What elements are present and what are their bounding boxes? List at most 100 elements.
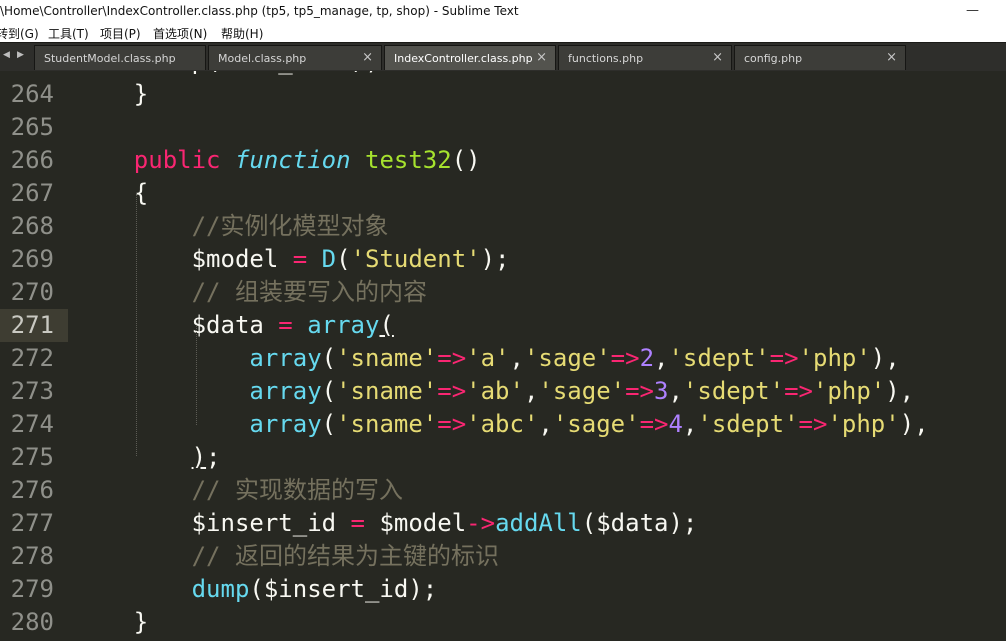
code-token: ), [899, 410, 929, 438]
line-number: 279 [10, 575, 54, 603]
code-token: = [292, 245, 308, 273]
tab-config[interactable]: config.php × [734, 45, 906, 70]
code-token: } [76, 80, 149, 108]
code-line[interactable]: 275 ); [0, 441, 1006, 474]
code-token: 'sname' [336, 377, 438, 405]
code-token: 2 [639, 344, 655, 372]
code-token: () [451, 146, 481, 174]
code-token: , [523, 377, 539, 405]
tab-label: config.php [744, 52, 803, 65]
tab-label: functions.php [568, 52, 644, 65]
tab-functions[interactable]: functions.php × [558, 45, 732, 70]
line-number: 268 [10, 212, 54, 240]
code-token: => [639, 410, 669, 438]
code-token: ($insert_id); [249, 575, 438, 603]
code-text: $insert_id = $model->addAll($data); [76, 507, 698, 540]
menu-tools[interactable]: 工具(T) [48, 25, 89, 42]
code-token: D [321, 245, 337, 273]
indent-guide [196, 325, 197, 425]
code-token: ), [870, 344, 900, 372]
code-line[interactable]: 278 // 返回的结果为主键的标识 [0, 540, 1006, 573]
code-token: 'sdept' [682, 377, 785, 405]
code-token: , [668, 377, 683, 405]
code-token: => [437, 344, 467, 372]
line-number: 273 [10, 377, 54, 405]
tab-label: Model.class.php [218, 52, 307, 65]
code-line[interactable]: 264 } [0, 78, 1006, 111]
code-token: , [654, 344, 669, 372]
code-line[interactable]: 274 array('sname'=>'abc','sage'=>4,'sdep… [0, 408, 1006, 441]
code-token: 'a' [466, 344, 510, 372]
code-editor[interactable]: p( _ ); 264 }265266 public function test… [0, 71, 1006, 641]
indent-guide [136, 193, 137, 456]
code-token: function [234, 146, 351, 174]
code-line[interactable]: 280 } [0, 606, 1006, 639]
tab-label: IndexController.class.php [394, 52, 533, 65]
code-token: $model [365, 509, 467, 537]
code-token: array [307, 311, 380, 339]
minimize-icon[interactable]: — [966, 3, 979, 18]
menu-goto[interactable]: 转到(G) [0, 25, 39, 42]
code-line[interactable]: 272 array('sname'=>'a','sage'=>2,'sdept'… [0, 342, 1006, 375]
code-token: ) [191, 443, 207, 471]
code-token: , [682, 410, 698, 438]
tab-bar: ◀ ▶ StudentModel.class.php Model.class.p… [0, 42, 1006, 71]
code-text: // 实现数据的写入 [76, 474, 403, 507]
code-line[interactable]: 270 // 组装要写入的内容 [0, 276, 1006, 309]
menu-preferences[interactable]: 首选项(N) [153, 25, 207, 42]
line-number: 272 [10, 344, 54, 372]
code-line[interactable]: 277 $insert_id = $model->addAll($data); [0, 507, 1006, 540]
code-line[interactable]: 279 dump($insert_id); [0, 573, 1006, 606]
code-token: 'ab' [466, 377, 524, 405]
code-line[interactable]: 268 //实例化模型对象 [0, 210, 1006, 243]
tab-studentmodel[interactable]: StudentModel.class.php [34, 45, 206, 70]
code-token: => [437, 377, 467, 405]
code-text: //实例化模型对象 [76, 210, 389, 243]
tab-scroll-left-icon[interactable]: ◀ [3, 50, 10, 60]
tab-model[interactable]: Model.class.php × [208, 45, 382, 70]
code-line[interactable]: 266 public function test32() [0, 144, 1006, 177]
code-line[interactable]: 276 // 实现数据的写入 [0, 474, 1006, 507]
tab-close-icon[interactable]: × [536, 50, 547, 65]
code-line[interactable]: 265 [0, 111, 1006, 144]
code-token: $data [76, 311, 279, 339]
code-text: array('sname'=>'ab','sage'=>3,'sdept'=>'… [76, 375, 914, 408]
partial-line: p( _ ); [0, 71, 1006, 78]
code-token: ); [480, 245, 510, 273]
line-number: 277 [10, 509, 54, 537]
tab-close-icon[interactable]: × [362, 50, 373, 65]
code-token: 'Student' [350, 245, 481, 273]
tab-scroll-right-icon[interactable]: ▶ [17, 50, 24, 60]
code-text: ); [76, 441, 221, 474]
code-text: // 组装要写入的内容 [76, 276, 427, 309]
code-token: // 组装要写入的内容 [76, 278, 427, 306]
code-token: -> [466, 509, 496, 537]
code-token: { [76, 179, 149, 207]
code-token: 4 [668, 410, 683, 438]
code-token: dump [191, 575, 250, 603]
code-text: } [76, 78, 148, 111]
tab-indexcontroller[interactable]: IndexController.class.php × [384, 45, 556, 70]
line-number: 264 [10, 80, 54, 108]
code-token: => [784, 377, 813, 405]
code-text: p( _ ); [76, 71, 380, 78]
code-token: test32 [365, 146, 452, 174]
code-line[interactable]: 267 { [0, 177, 1006, 210]
code-line[interactable]: 273 array('sname'=>'ab','sage'=>3,'sdept… [0, 375, 1006, 408]
code-token: ( [379, 311, 394, 339]
menu-bar: 转到(G) 工具(T) 项目(P) 首选项(N) 帮助(H) [0, 23, 1006, 42]
code-line[interactable]: 271 $data = array( [0, 309, 1006, 342]
menu-help[interactable]: 帮助(H) [221, 25, 263, 42]
line-number: 269 [10, 245, 54, 273]
menu-project[interactable]: 项目(P) [100, 25, 141, 42]
code-token: ), [885, 377, 915, 405]
tab-close-icon[interactable]: × [886, 50, 897, 65]
code-token: array [249, 344, 322, 372]
line-number: 275 [10, 443, 54, 471]
tab-close-icon[interactable]: × [712, 50, 723, 65]
code-line[interactable]: 269 $model = D('Student'); [0, 243, 1006, 276]
